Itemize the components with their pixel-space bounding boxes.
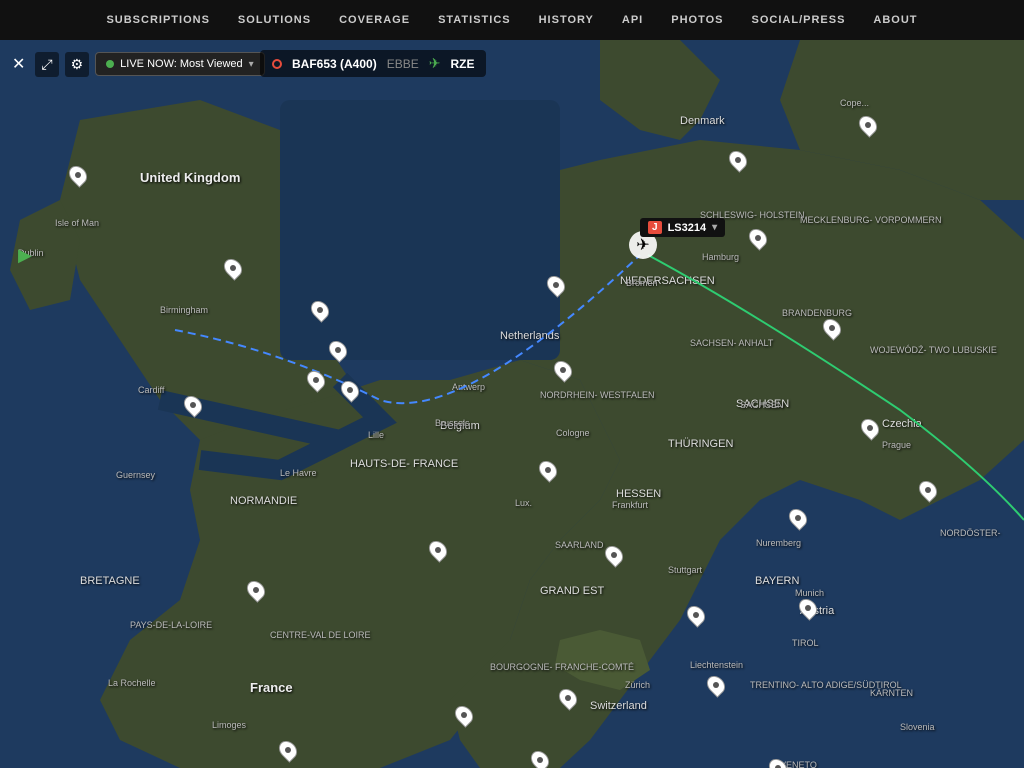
- airport-pin-26[interactable]: [860, 115, 876, 135]
- dublin-play-icon: ▶: [18, 245, 32, 266]
- nav-item-api[interactable]: API: [608, 0, 657, 40]
- main-nav: SUBSCRIPTIONSSOLUTIONSCOVERAGESTATISTICS…: [0, 0, 1024, 40]
- airport-pin-13[interactable]: [708, 675, 724, 695]
- nav-item-social[interactable]: SOCIAL/PRESS: [738, 0, 860, 40]
- map-container[interactable]: United KingdomIsle of ManDublinBirmingha…: [0, 40, 1024, 768]
- airport-pin-8[interactable]: [540, 460, 556, 480]
- airport-pin-27[interactable]: [862, 418, 878, 438]
- airport-pin-6[interactable]: [342, 380, 358, 400]
- toolbar: ✕ ⤢ ⚙ LIVE NOW: Most Viewed ▾: [8, 50, 265, 78]
- airport-pin-28[interactable]: [790, 508, 806, 528]
- airport-pin-24[interactable]: [824, 318, 840, 338]
- airline-badge: J: [648, 221, 662, 234]
- expand-button[interactable]: ⤢: [35, 52, 58, 77]
- airport-pin-23[interactable]: [750, 228, 766, 248]
- flight-destination: RZE: [450, 57, 474, 71]
- nav-item-photos[interactable]: PHOTOS: [657, 0, 737, 40]
- airport-pin-29[interactable]: [920, 480, 936, 500]
- airport-pin-3[interactable]: [312, 300, 328, 320]
- live-indicator-dot: [106, 60, 114, 68]
- airport-pin-12[interactable]: [688, 605, 704, 625]
- flight-label-chevron: ▾: [712, 222, 717, 233]
- map-background: [0, 40, 1024, 768]
- airport-pin-4[interactable]: [330, 340, 346, 360]
- airport-pin-17[interactable]: [532, 750, 548, 768]
- settings-button[interactable]: ⚙: [65, 52, 90, 77]
- airport-pin-21[interactable]: [555, 360, 571, 380]
- nav-item-coverage[interactable]: COVERAGE: [325, 0, 424, 40]
- flight-info-bar[interactable]: BAF653 (A400) EBBE ✈ RZE: [260, 50, 486, 77]
- nav-item-history[interactable]: HISTORY: [525, 0, 608, 40]
- nav-items: SUBSCRIPTIONSSOLUTIONSCOVERAGESTATISTICS…: [92, 0, 931, 40]
- flight-code: BAF653 (A400): [292, 57, 377, 71]
- flight-number: LS3214: [668, 222, 707, 234]
- nav-item-subscriptions[interactable]: SUBSCRIPTIONS: [92, 0, 223, 40]
- origin-dot: [272, 59, 282, 69]
- flight-separator: EBBE: [387, 57, 419, 71]
- live-text: LIVE NOW: Most Viewed: [120, 58, 242, 70]
- airport-pin-9[interactable]: [430, 540, 446, 560]
- airport-pin-11[interactable]: [248, 580, 264, 600]
- airport-pin-14[interactable]: [560, 688, 576, 708]
- airport-pin-18[interactable]: [770, 758, 786, 768]
- airport-pin-22[interactable]: [548, 275, 564, 295]
- airport-pin-5[interactable]: [308, 370, 324, 390]
- flight-direction-icon: ✈: [429, 55, 441, 72]
- airport-pin-2[interactable]: [225, 258, 241, 278]
- airport-pin-30[interactable]: [800, 598, 816, 618]
- airport-pin-7[interactable]: [185, 395, 201, 415]
- airport-pin-1[interactable]: [70, 165, 86, 185]
- airport-pin-10[interactable]: [606, 545, 622, 565]
- nav-item-solutions[interactable]: SOLUTIONS: [224, 0, 325, 40]
- airport-pin-16[interactable]: [280, 740, 296, 760]
- live-dropdown[interactable]: LIVE NOW: Most Viewed ▾: [95, 52, 265, 76]
- nav-item-statistics[interactable]: STATISTICS: [424, 0, 525, 40]
- live-dropdown-chevron: ▾: [249, 59, 254, 70]
- airport-pin-15[interactable]: [456, 705, 472, 725]
- close-button[interactable]: ✕: [8, 50, 29, 78]
- flight-label-popup[interactable]: J LS3214 ▾: [640, 218, 725, 237]
- airport-pin-25[interactable]: [730, 150, 746, 170]
- nav-item-about[interactable]: ABOUT: [859, 0, 931, 40]
